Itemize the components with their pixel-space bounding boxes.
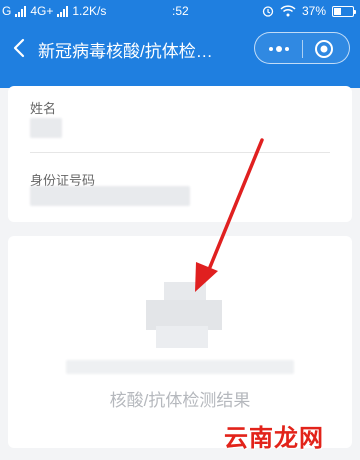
- signal-icon-2: [57, 5, 69, 17]
- target-circle-icon[interactable]: [313, 38, 335, 60]
- clock: :52: [172, 4, 189, 18]
- app-header: 新冠病毒核酸/抗体检…: [0, 24, 360, 72]
- wifi-icon: [280, 5, 296, 17]
- battery-icon: [332, 5, 356, 17]
- divider: [30, 152, 330, 153]
- result-qr-blurred: [146, 282, 222, 348]
- name-value-blurred: [30, 118, 62, 138]
- status-bar: G 4G+ 1.2K/s :52 37%: [0, 0, 360, 24]
- speed-text: 1.2K/s: [72, 4, 107, 18]
- chevron-left-icon[interactable]: [8, 36, 32, 60]
- top-bar: G 4G+ 1.2K/s :52 37% 新冠病毒核酸/抗体检…: [0, 0, 360, 88]
- page-title: 新冠病毒核酸/抗体检…: [38, 42, 213, 61]
- result-label[interactable]: 核酸/抗体检测结果: [8, 386, 352, 411]
- more-dots-icon[interactable]: [265, 42, 293, 56]
- result-card: 核酸/抗体检测结果: [8, 236, 352, 448]
- watermark-logo: 云南龙网: [224, 425, 324, 452]
- signal-icon: [15, 5, 27, 17]
- status-right: 37%: [262, 4, 356, 18]
- battery-text: 37%: [301, 4, 326, 18]
- capsule-divider: [302, 40, 303, 58]
- carrier-text: G: [2, 4, 12, 18]
- info-card: 姓名 身份证号码: [8, 86, 352, 222]
- alarm-icon: [262, 6, 274, 17]
- network-text: 4G+: [30, 4, 54, 18]
- id-number-value-blurred: [30, 186, 190, 206]
- mini-program-capsule: [254, 32, 350, 64]
- status-left: G 4G+ 1.2K/s: [2, 4, 106, 18]
- name-label: 姓名: [30, 101, 57, 116]
- result-text-blurred: [66, 360, 294, 374]
